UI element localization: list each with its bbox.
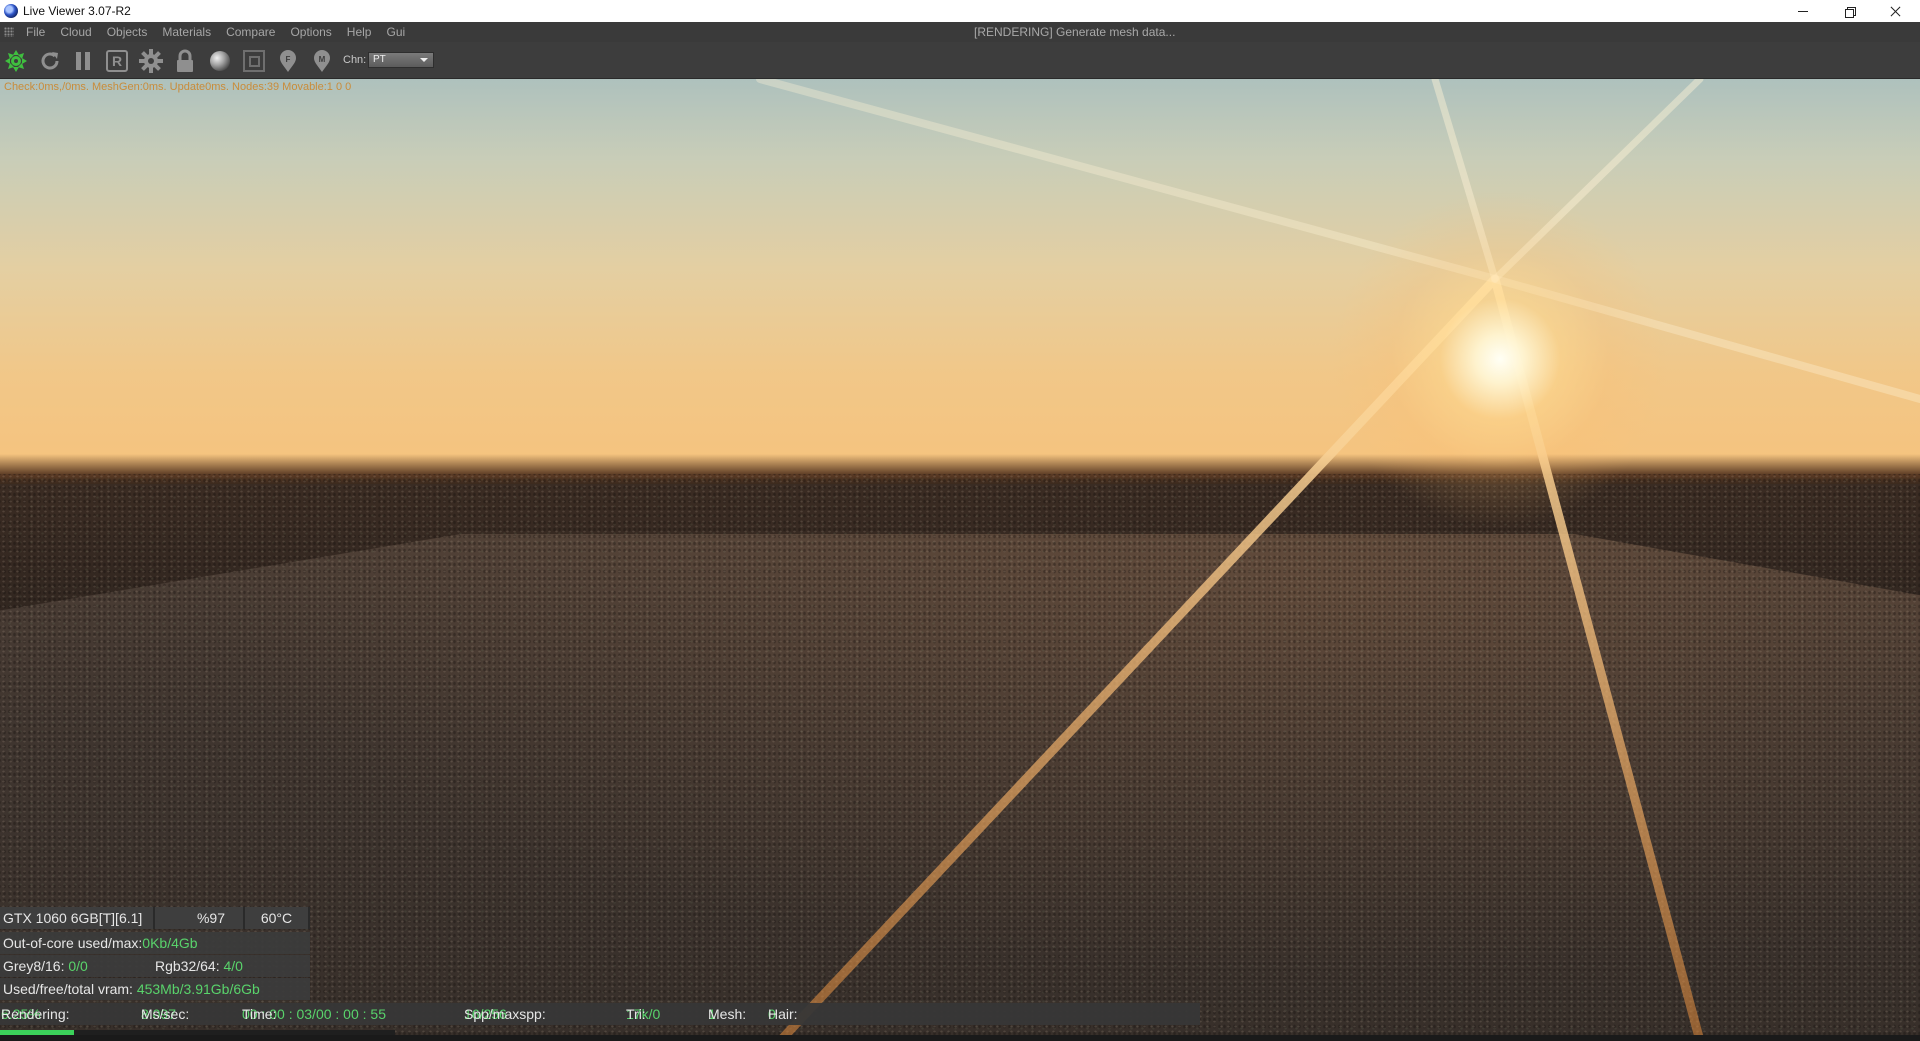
pause-icon bbox=[76, 52, 90, 70]
vram-row: Used/free/total vram: 453Mb/3.91Gb/6Gb bbox=[0, 978, 310, 1000]
rgb-group: Rgb32/64: 4/0 bbox=[155, 955, 243, 977]
sun bbox=[1330, 189, 1670, 529]
svg-text:M: M bbox=[319, 55, 326, 64]
chevron-down-icon bbox=[420, 58, 428, 62]
channel-value: PT bbox=[373, 54, 386, 65]
restart-icon bbox=[5, 50, 27, 72]
refresh-button[interactable] bbox=[37, 48, 63, 74]
restart-button[interactable] bbox=[3, 48, 29, 74]
svg-text:F: F bbox=[286, 55, 291, 64]
gpu-name: GTX 1060 6GB[T][6.1] bbox=[0, 907, 155, 929]
grey-value: 0/0 bbox=[68, 958, 88, 974]
close-icon bbox=[1890, 6, 1901, 17]
render-status-bar: Rendering: 6.25% Ms/sec: 8.097 Time: 00 … bbox=[0, 1003, 1200, 1025]
toolbar: R F M Chn: PT bbox=[0, 42, 1920, 79]
render-info-line: Check:0ms,/0ms. MeshGen:0ms. Update0ms. … bbox=[4, 81, 352, 93]
material-preview-button[interactable] bbox=[207, 48, 233, 74]
menu-items: File Cloud Objects Materials Compare Opt… bbox=[26, 25, 420, 39]
material-ball-icon bbox=[210, 51, 230, 71]
render-status-title: [RENDERING] Generate mesh data... bbox=[974, 25, 1176, 39]
channel-label: Chn: bbox=[343, 54, 367, 66]
mesh-label: Mesh: bbox=[708, 1006, 747, 1022]
window-title: Live Viewer 3.07-R2 bbox=[23, 4, 131, 18]
out-of-core-value: 0Kb/4Gb bbox=[142, 935, 198, 951]
settings-icon bbox=[139, 49, 163, 73]
gpu-temperature: 60°C bbox=[245, 907, 310, 929]
rendering-label: Rendering: bbox=[1, 1006, 70, 1022]
pick-material-icon: M bbox=[314, 50, 330, 72]
rendering-stat: Rendering: 6.25% bbox=[1, 1003, 70, 1025]
pause-button[interactable] bbox=[70, 48, 96, 74]
out-of-core-row: Out-of-core used/max:0Kb/4Gb bbox=[0, 932, 310, 954]
lock-button[interactable] bbox=[172, 48, 198, 74]
lock-icon bbox=[177, 49, 193, 72]
bottom-strip bbox=[0, 1035, 1920, 1041]
rgb-label: Rgb32/64: bbox=[155, 958, 224, 974]
menu-materials[interactable]: Materials bbox=[162, 25, 211, 39]
vram-label: Used/free/total vram: bbox=[3, 981, 137, 997]
tri-stat: Tri: 17k/0 bbox=[626, 1003, 660, 1025]
close-button[interactable] bbox=[1872, 0, 1918, 22]
menu-bar: File Cloud Objects Materials Compare Opt… bbox=[0, 22, 1920, 42]
region-render-button[interactable]: R bbox=[104, 48, 130, 74]
restore-icon bbox=[1844, 6, 1856, 18]
minimize-icon bbox=[1798, 10, 1808, 12]
app-icon bbox=[4, 4, 18, 18]
mesh-stat: Mesh: 1 bbox=[708, 1003, 746, 1025]
menu-cloud[interactable]: Cloud bbox=[60, 25, 91, 39]
pick-material-button[interactable]: M bbox=[309, 48, 335, 74]
menu-objects[interactable]: Objects bbox=[107, 25, 148, 39]
minimize-button[interactable] bbox=[1780, 0, 1826, 22]
grip-icon bbox=[4, 27, 14, 37]
title-bar: Live Viewer 3.07-R2 bbox=[0, 0, 1920, 23]
menu-gui[interactable]: Gui bbox=[386, 25, 405, 39]
menu-file[interactable]: File bbox=[26, 25, 45, 39]
channel-select[interactable]: PT bbox=[368, 52, 434, 68]
settings-button[interactable] bbox=[138, 48, 164, 74]
time-label: Time: bbox=[242, 1006, 277, 1022]
menu-help[interactable]: Help bbox=[347, 25, 372, 39]
spp-label: Spp/maxspp: bbox=[464, 1006, 546, 1022]
pick-focus-icon: F bbox=[280, 50, 296, 72]
pick-focus-button[interactable]: F bbox=[275, 48, 301, 74]
menu-compare[interactable]: Compare bbox=[226, 25, 275, 39]
spp-stat: Spp/maxspp: 16/256 bbox=[464, 1003, 546, 1025]
sun-flare bbox=[756, 79, 1920, 1041]
vram-value: 453Mb/3.91Gb/6Gb bbox=[136, 981, 260, 997]
menu-options[interactable]: Options bbox=[290, 25, 331, 39]
gpu-row: GTX 1060 6GB[T][6.1] %97 60°C bbox=[0, 907, 310, 929]
render-viewport[interactable]: Check:0ms,/0ms. MeshGen:0ms. Update0ms. … bbox=[0, 79, 1920, 1041]
refresh-icon bbox=[41, 52, 59, 70]
restore-button[interactable] bbox=[1826, 0, 1872, 22]
gpu-usage: %97 bbox=[155, 907, 245, 929]
hair-stat: Hair: 0 bbox=[768, 1003, 798, 1025]
tri-label: Tri: bbox=[626, 1006, 646, 1022]
time-stat: Time: 00 : 00 : 03/00 : 00 : 55 bbox=[242, 1003, 386, 1025]
grey-label: Grey8/16: bbox=[3, 958, 69, 974]
region-icon: R bbox=[106, 50, 128, 72]
out-of-core-label: Out-of-core used/max: bbox=[3, 935, 143, 951]
clay-mode-icon bbox=[243, 50, 265, 72]
svg-text:R: R bbox=[112, 53, 122, 69]
texture-row: Grey8/16: 0/0 Rgb32/64: 4/0 bbox=[0, 955, 310, 977]
hair-label: Hair: bbox=[768, 1006, 798, 1022]
clay-mode-button[interactable] bbox=[241, 48, 267, 74]
rgb-value: 4/0 bbox=[223, 958, 243, 974]
mssec-stat: Ms/sec: 8.097 bbox=[141, 1003, 189, 1025]
mssec-label: Ms/sec: bbox=[141, 1006, 190, 1022]
